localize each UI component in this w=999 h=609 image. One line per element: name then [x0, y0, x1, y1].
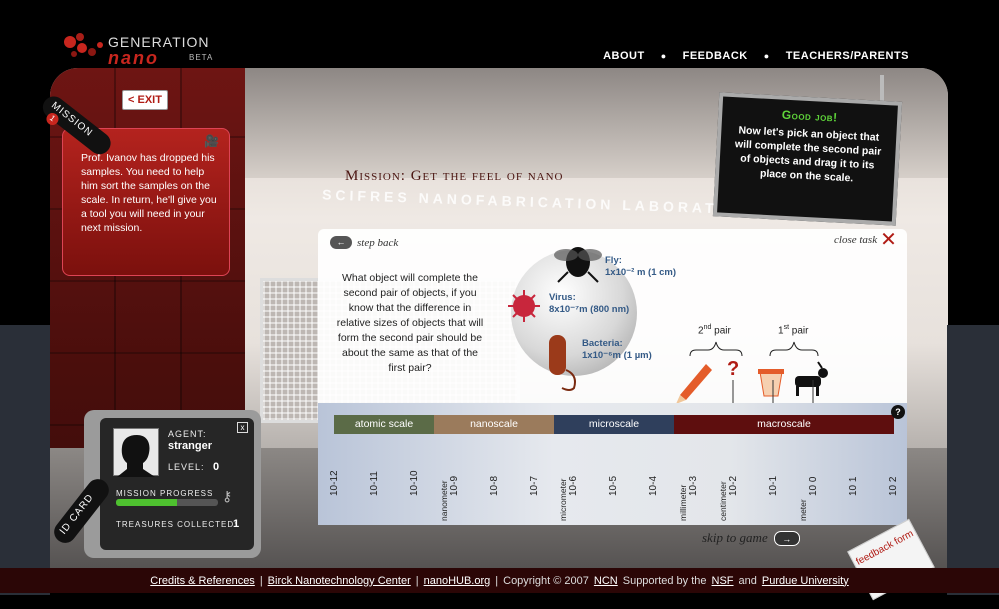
macro-band-label: macroscale [757, 418, 811, 430]
mission-progress-bar [116, 499, 218, 506]
unknown-object-slot[interactable]: ? [727, 358, 739, 381]
bacteria-sample[interactable] [549, 335, 576, 391]
footer-link-nsf[interactable]: NSF [712, 575, 734, 587]
virus-label-name: Virus: [549, 292, 576, 303]
scale-unit-label: micrometer [558, 478, 569, 521]
pair2-brace [689, 341, 743, 357]
help-button[interactable]: ? [891, 405, 905, 419]
treasures-value: 1 [233, 518, 240, 530]
second-pair-label: 2nd pair [698, 324, 731, 336]
pair1-brace [769, 341, 819, 357]
scale-tick-label: 10 1 [847, 476, 859, 496]
fly-label-size: 1x10⁻² m (1 cm) [605, 267, 677, 278]
scale-unit-label: nanometer [438, 480, 449, 521]
goat-sample [795, 361, 828, 396]
scale-unit-label: meter [797, 499, 808, 521]
agent-silhouette-icon [117, 435, 155, 477]
scale-tick-label: 10 2 [887, 476, 899, 496]
first-pair-label: 1st pair [778, 324, 808, 336]
scale-tick-label: 10-4 [648, 475, 660, 496]
pencil-sample[interactable] [676, 364, 712, 404]
virus-label: Virus: 8x10⁻⁷m (800 nm) [549, 292, 629, 316]
scale-tick-label: 10-10 [408, 470, 420, 496]
scale-tick-label: 10-5 [608, 475, 620, 496]
scale-band-atomic: atomic scale [334, 415, 434, 434]
scale-tick-label: 10-6 [568, 475, 580, 496]
bacteria-label: Bacteria: 1x10⁻⁶m (1 µm) [582, 338, 652, 362]
skip-label: skip to game [702, 530, 768, 545]
scale-unit-label: millimeter [678, 484, 689, 521]
footer-link-nanohub[interactable]: nanoHUB.org [424, 575, 491, 587]
footer-link-ncn[interactable]: NCN [594, 575, 618, 587]
second-pair-text: pair [711, 325, 731, 337]
scale-tick-label: 10-8 [488, 475, 500, 496]
scale-tick-label: 10-12 [329, 470, 340, 496]
scale-tick-label: 10-11 [368, 471, 380, 496]
avatar [113, 428, 159, 477]
scale-tick-label: 10 0 [807, 476, 819, 496]
treasures-label: TREASURES COLLECTED: [116, 520, 238, 529]
scale-tick-label: 10-3 [688, 475, 700, 496]
footer-supported-text: Supported by the [622, 574, 707, 587]
virus-sample[interactable] [508, 290, 540, 322]
footer-link-birck[interactable]: Birck Nanotechnology Center [268, 575, 411, 587]
level-value: 0 [213, 461, 220, 473]
footer-separator: | [415, 574, 419, 587]
right-arrow-icon: → [773, 530, 800, 546]
atomic-band-label: atomic scale [354, 418, 414, 430]
footer-separator: | [495, 574, 499, 587]
agent-label: AGENT: [168, 429, 207, 439]
game-stage: GENERATION nano BETA ABOUT ● FEEDBACK ● … [0, 0, 999, 609]
key-icon: ⚷ [222, 488, 233, 504]
bacteria-label-name: Bacteria: [582, 338, 623, 349]
footer-separator: | [259, 574, 263, 587]
yogurt-cup-sample [758, 369, 784, 397]
mission-progress-label: MISSION PROGRESS [116, 489, 214, 498]
fly-label: Fly: 1x10⁻² m (1 cm) [605, 255, 676, 279]
scale-unit-label: centimeter [718, 481, 728, 521]
scale-tick-label: 10-9 [448, 475, 460, 496]
footer-link-purdue[interactable]: Purdue University [762, 575, 849, 587]
micro-band-label: microscale [588, 418, 640, 430]
footer-and-text: and [738, 574, 757, 587]
level-label: LEVEL: [168, 462, 205, 472]
scale-tick-label: 10-7 [528, 475, 540, 496]
fly-sample[interactable] [554, 247, 602, 283]
bacteria-label-size: 1x10⁻⁶m (1 µm) [582, 350, 652, 361]
scale-band-nano: nanoscale [434, 415, 554, 434]
agent-name: stranger [168, 440, 213, 452]
fly-label-name: Fly: [605, 255, 622, 266]
id-card-close-button[interactable]: x [237, 422, 248, 433]
mission-progress-fill [116, 499, 178, 506]
scale-band-macro: macroscale [674, 415, 894, 434]
footer-copyright: Copyright © 2007 [503, 574, 589, 587]
first-pair-text: pair [789, 325, 809, 337]
skip-to-game-button[interactable]: skip to game → [702, 530, 800, 546]
footer: Credits & References | Birck Nanotechnolo… [0, 568, 999, 593]
nano-band-label: nanoscale [470, 418, 518, 430]
virus-label-size: 8x10⁻⁷m (800 nm) [549, 304, 630, 315]
scale-tick-label: 10-2 [728, 475, 739, 496]
scale-tick-label: 10-1 [767, 475, 779, 496]
scale-band-micro: microscale [554, 415, 674, 434]
footer-link-credits[interactable]: Credits & References [150, 575, 255, 587]
